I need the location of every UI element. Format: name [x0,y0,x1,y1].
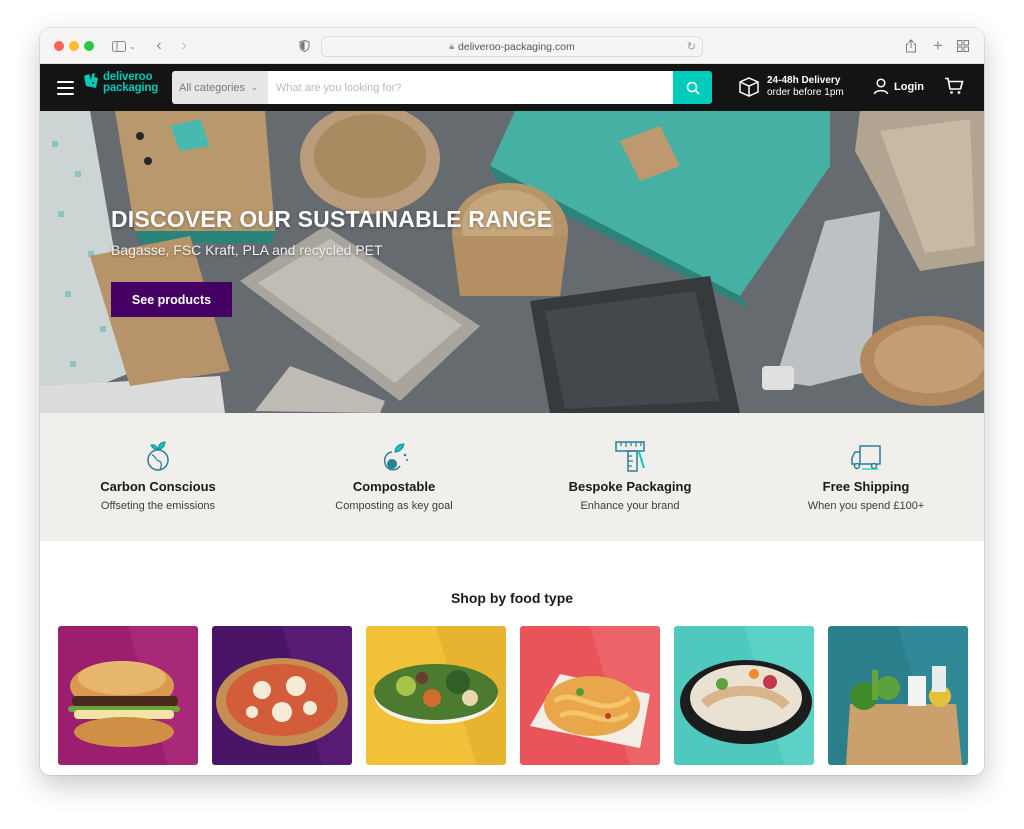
site-header: deliveroo packaging All categories ⌄ 24-… [40,64,984,111]
user-icon [873,78,889,95]
browser-window: ⌄ ‹ › 🔒︎ deliveroo-packaging.com ↻ + del… [40,28,984,775]
search-input[interactable] [268,71,673,104]
tab-overview-icon[interactable] [954,36,972,56]
hero-packaging-image [40,111,984,413]
pizza-tile[interactable] [212,626,352,765]
login-label: Login [894,80,924,93]
feature-title: Carbon Conscious [100,479,216,494]
poke-bowl-image [680,626,814,765]
search-bar: All categories ⌄ [172,71,712,104]
address-bar[interactable]: 🔒︎ deliveroo-packaging.com ↻ [321,36,703,57]
truck-icon [851,445,881,470]
compost-icon [383,443,408,471]
site-logo[interactable]: deliveroo packaging [83,71,159,94]
chevron-down-icon: ⌄ [251,83,258,92]
feature-compostable: Compostable Composting as key goal [276,413,512,541]
pasta-tile[interactable] [520,626,660,765]
feature-title: Free Shipping [822,479,910,494]
salad-bowl-image [374,626,506,765]
category-dropdown-label: All categories [179,81,246,94]
delivery-title: 24-48h Delivery [767,75,841,86]
maximize-window-button[interactable] [84,41,94,51]
food-type-tiles [58,626,968,765]
pasta-image [530,626,660,765]
minimize-window-button[interactable] [69,41,79,51]
feature-title: Bespoke Packaging [568,479,692,494]
section-heading: Shop by food type [450,590,574,606]
feature-title: Compostable [352,479,436,494]
hamburger-menu-icon[interactable] [57,81,74,95]
feature-bespoke-packaging: Bespoke Packaging Enhance your brand [512,413,748,541]
feature-free-shipping: Free Shipping When you spend £100+ [748,413,984,541]
feature-subtitle: Composting as key goal [335,500,453,512]
privacy-shield-icon[interactable] [296,36,312,56]
shop-by-food-type-section: Shop by food type [40,541,984,775]
sidebar-toggle-icon[interactable]: ⌄ [110,36,138,56]
search-button[interactable] [673,71,712,104]
browser-toolbar: ⌄ ‹ › 🔒︎ deliveroo-packaging.com ↻ + [40,28,984,64]
feature-subtitle: Offseting the emissions [100,500,216,512]
cart-icon [945,77,964,94]
hero-banner: DISCOVER OUR SUSTAINABLE RANGE Bagasse, … [40,111,984,413]
logo-text-packaging: packaging [103,82,159,94]
feature-subtitle: When you spend £100+ [807,500,925,512]
poke-bowl-tile[interactable] [674,626,814,765]
burger-image [68,626,198,765]
features-strip: Carbon Conscious Offseting the emissions… [40,413,984,541]
globe-leaf-icon [147,441,169,471]
burger-tile[interactable] [58,626,198,765]
close-window-button[interactable] [54,41,64,51]
search-icon [686,81,700,95]
salad-bowl-tile[interactable] [366,626,506,765]
groceries-image [846,626,968,765]
back-icon[interactable]: ‹ [152,36,166,56]
ruler-icon [615,441,645,472]
category-dropdown[interactable]: All categories ⌄ [172,71,268,104]
reload-icon[interactable]: ↻ [687,40,696,53]
kangaroo-logo-icon [84,73,98,88]
url-text: deliveroo-packaging.com [458,40,575,53]
feature-carbon-conscious: Carbon Conscious Offseting the emissions [40,413,276,541]
box-icon [739,77,759,97]
lock-icon: 🔒︎ [449,41,455,51]
hero-subtitle: Bagasse, FSC Kraft, PLA and recycled PET [111,242,383,258]
delivery-subtitle: order before 1pm [767,87,844,98]
feature-subtitle: Enhance your brand [580,500,680,512]
login-link[interactable]: Login [873,78,924,95]
new-tab-icon[interactable]: + [929,36,947,56]
see-products-button[interactable]: See products [111,282,232,317]
delivery-info[interactable]: 24-48h Delivery order before 1pm [738,75,844,99]
groceries-tile[interactable] [828,626,968,765]
share-icon[interactable] [902,36,920,56]
pizza-image [216,626,352,765]
hero-title: DISCOVER OUR SUSTAINABLE RANGE [111,206,553,232]
forward-icon[interactable]: › [177,36,191,56]
cart-button[interactable] [944,77,964,100]
